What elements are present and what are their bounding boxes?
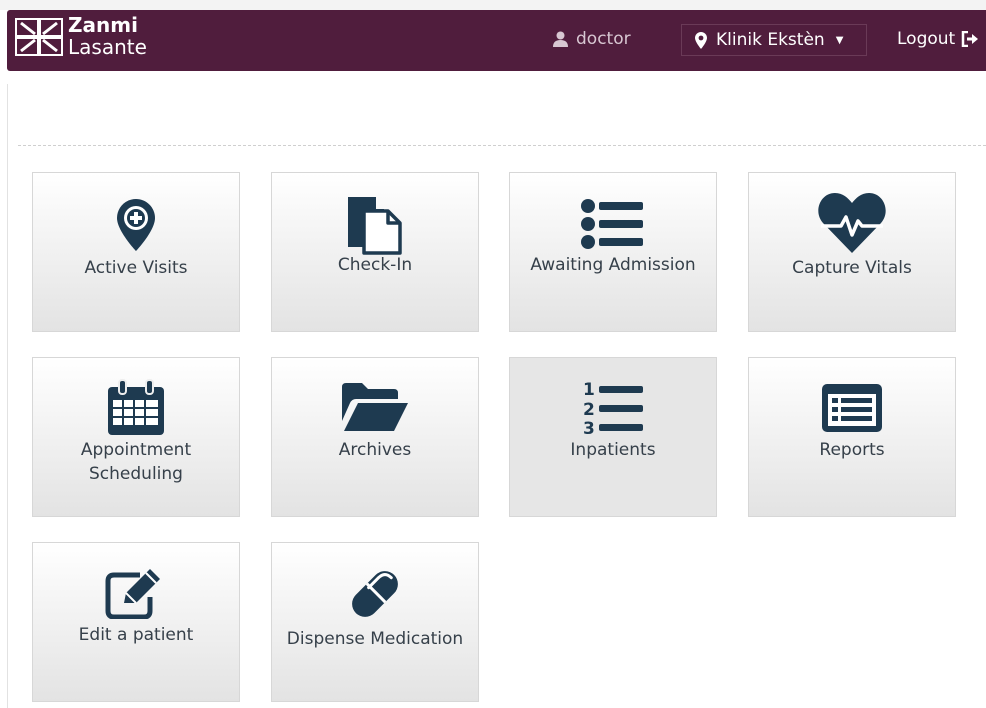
map-marker-plus-icon <box>33 199 239 251</box>
location-dropdown[interactable]: Klinik Ekstèn ▼ <box>681 24 867 56</box>
app-label: Dispense Medication <box>286 629 464 649</box>
edit-icon <box>33 567 239 619</box>
documents-icon <box>272 195 478 255</box>
app-label: Capture Vitals <box>792 258 912 278</box>
app-label: Check-In <box>337 255 413 275</box>
app-tile-archives[interactable]: Archives <box>271 357 479 517</box>
app-label: Edit a patient <box>78 625 194 645</box>
app-tile-capture-vitals[interactable]: Capture Vitals <box>748 172 956 332</box>
app-tile-inpatients[interactable]: 1 2 3 Inpatients <box>509 357 717 517</box>
content-left-border <box>7 84 8 708</box>
sign-out-icon <box>961 31 979 47</box>
app-label: Active Visits <box>84 258 188 278</box>
user-icon <box>553 31 568 47</box>
app-label: Appointment Scheduling <box>80 440 192 484</box>
brand-line1: Zanmi <box>68 13 138 37</box>
app-tile-awaiting-admission[interactable]: Awaiting Admission <box>509 172 717 332</box>
location-name: Klinik Ekstèn <box>716 30 825 50</box>
app-label: Awaiting Admission <box>530 255 696 275</box>
svg-text:2: 2 <box>583 400 595 420</box>
svg-text:1: 1 <box>583 380 595 400</box>
app-label: Archives <box>338 440 412 460</box>
logo-icon[interactable] <box>15 18 63 56</box>
app-tile-active-visits[interactable]: Active Visits <box>32 172 240 332</box>
heartbeat-icon <box>749 191 955 255</box>
folder-open-icon <box>272 383 478 431</box>
pill-icon <box>272 561 478 627</box>
current-user: doctor <box>553 29 631 49</box>
report-list-icon <box>749 382 955 434</box>
caret-down-icon: ▼ <box>835 34 844 46</box>
svg-text:3: 3 <box>583 419 595 434</box>
calendar-icon <box>33 379 239 437</box>
top-strip <box>0 0 986 10</box>
app-tile-edit-patient[interactable]: Edit a patient <box>32 542 240 702</box>
app-tile-check-in[interactable]: Check-In <box>271 172 479 332</box>
app-tile-dispense-medication[interactable]: Dispense Medication <box>271 542 479 702</box>
app-tile-appointment-scheduling[interactable]: Appointment Scheduling <box>32 357 240 517</box>
logout-label: Logout <box>897 29 956 49</box>
map-marker-icon <box>695 31 707 49</box>
brand-name: Zanmi Lasante <box>68 14 147 58</box>
header-bar: Zanmi Lasante doctor Klinik Ekstèn ▼ Log… <box>7 10 986 71</box>
list-icon <box>510 199 716 249</box>
app-label: Reports <box>819 440 885 460</box>
brand-line2: Lasante <box>68 35 147 59</box>
dashed-divider <box>18 145 986 146</box>
app-tile-reports[interactable]: Reports <box>748 357 956 517</box>
app-label: Inpatients <box>570 440 656 460</box>
ordered-list-icon: 1 2 3 <box>510 378 716 434</box>
user-name: doctor <box>576 29 631 49</box>
logout-link[interactable]: Logout <box>897 29 979 49</box>
